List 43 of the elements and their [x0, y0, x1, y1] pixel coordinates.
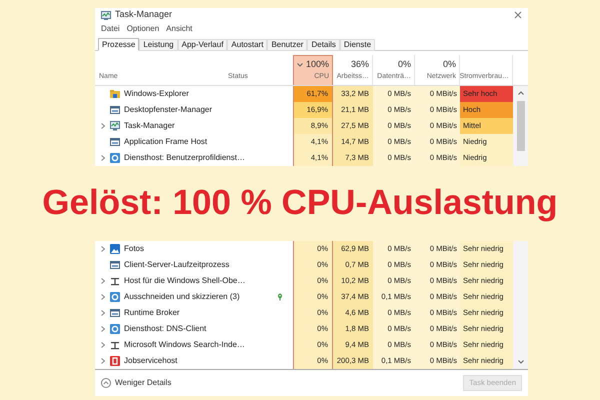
process-name: Ausschneiden und skizzieren (3): [124, 291, 241, 303]
window-icon: [110, 260, 120, 270]
headline: Gelöst: 100 % CPU-Auslastung: [42, 182, 558, 224]
window-icon: [110, 105, 120, 115]
process-name: Client-Server-Laufzeitprozess: [124, 259, 230, 271]
tab[interactable]: Prozesse: [98, 38, 140, 51]
process-name: Diensthost: Benutzerprofildienst…: [124, 152, 246, 164]
window-icon: [110, 137, 120, 147]
process-name: Desktopfenster-Manager: [124, 104, 214, 116]
menu-item[interactable]: Optionen: [124, 23, 162, 35]
scroll-down-icon[interactable]: [518, 360, 524, 364]
process-name: Diensthost: DNS-Client: [124, 323, 208, 335]
window-icon: [110, 308, 120, 318]
tab[interactable]: Dienste: [340, 39, 376, 51]
tab[interactable]: Autostart: [227, 39, 268, 51]
process-name: Jobservicehost: [124, 355, 178, 367]
sort-caret-icon: [296, 62, 303, 67]
details-link[interactable]: Weniger Details: [115, 377, 460, 389]
app-tile-icon: [110, 356, 120, 366]
process-name: Windows-Explorer: [124, 88, 190, 100]
scroll-up-icon[interactable]: [518, 91, 524, 95]
host-icon: [110, 276, 120, 286]
scroll-thumb[interactable]: [516, 101, 524, 151]
process-name: Runtime Broker: [124, 307, 181, 319]
folder-icon: [110, 89, 120, 99]
process-name: Microsoft Windows Search-Inde…: [124, 339, 246, 351]
tab[interactable]: App-Verlauf: [178, 39, 228, 51]
process-name: Application Frame Host: [124, 136, 208, 148]
close-icon[interactable]: [514, 11, 522, 19]
tab[interactable]: Leistung: [139, 39, 178, 51]
window-title: Task-Manager: [115, 8, 174, 22]
menu-item[interactable]: Datei: [99, 23, 122, 35]
process-name: Fotos: [124, 243, 146, 255]
photo-icon: [110, 244, 120, 254]
tab[interactable]: Details: [307, 39, 340, 51]
app-icon: [101, 10, 111, 20]
process-name: Task-Manager: [124, 120, 176, 132]
menu-item[interactable]: Ansicht: [164, 23, 194, 35]
collapse-icon: [101, 378, 111, 388]
monitor-icon: [110, 121, 120, 131]
tab[interactable]: Benutzer: [267, 39, 308, 51]
host-icon: [110, 340, 120, 350]
process-name: Host für die Windows Shell-Obe…: [124, 275, 246, 287]
